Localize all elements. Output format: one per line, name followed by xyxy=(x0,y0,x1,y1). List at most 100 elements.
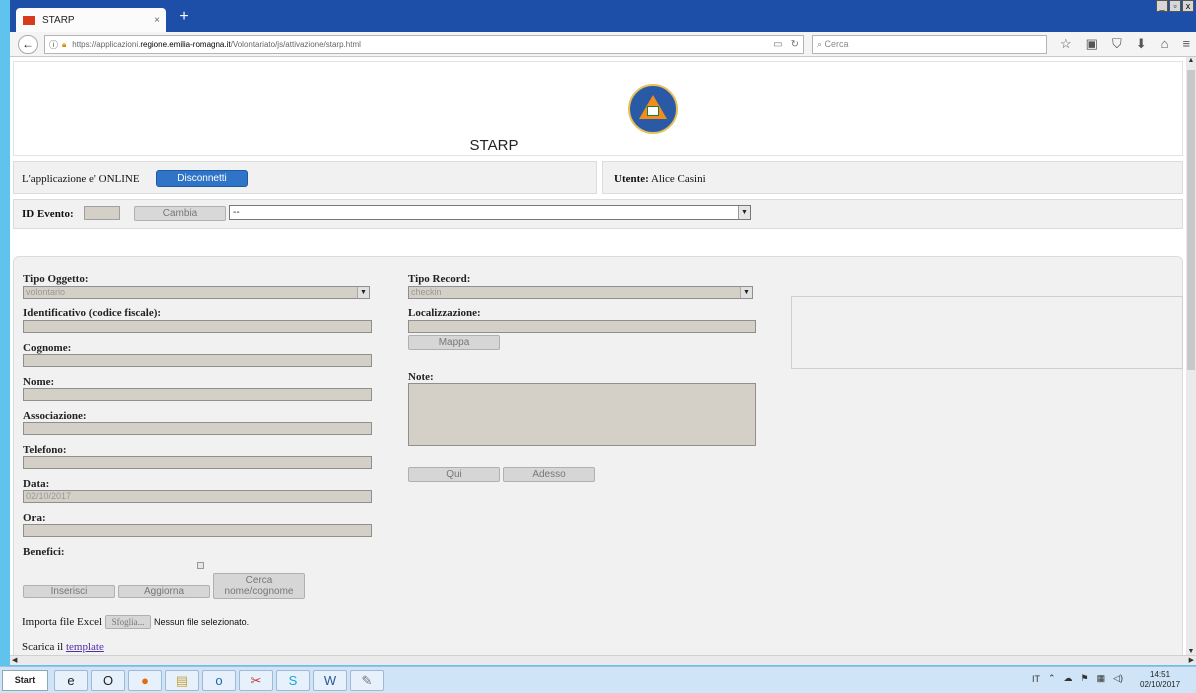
event-select[interactable]: -- ▼ xyxy=(229,205,751,220)
download-prefix: Scarica il xyxy=(22,641,64,653)
tipo-oggetto-select[interactable]: volontario ▼ xyxy=(23,286,370,299)
new-tab-button[interactable]: + xyxy=(174,8,194,28)
download-icon[interactable]: ⬇ xyxy=(1136,36,1147,52)
back-arrow-icon[interactable]: ← xyxy=(18,35,38,54)
import-excel-row: Importa file Excel Sfoglia... Nessun fil… xyxy=(22,615,249,629)
nome-label: Nome: xyxy=(23,376,55,388)
scroll-down-icon[interactable]: ▼ xyxy=(1186,648,1196,655)
event-id-field[interactable] xyxy=(84,206,120,220)
search-placeholder: Cerca xyxy=(824,39,849,49)
search-input[interactable]: ⌕ Cerca xyxy=(812,35,1047,54)
ora-field[interactable] xyxy=(23,524,372,537)
browser-navbar: ← ⓘ 🔒︎ https://applicazioni. regione.emil… xyxy=(10,32,1196,57)
protezione-civile-logo-icon xyxy=(628,84,678,134)
ora-label: Ora: xyxy=(23,512,46,524)
scroll-right-icon[interactable]: ▶ xyxy=(1189,656,1194,664)
info-box xyxy=(791,296,1183,369)
outlook-icon[interactable]: O xyxy=(91,670,125,691)
network-icon[interactable]: ▦ xyxy=(1097,673,1106,684)
search-icon: ⌕ xyxy=(817,39,825,49)
chevron-down-icon[interactable]: ▼ xyxy=(738,206,750,219)
tab-close-icon[interactable]: × xyxy=(154,15,160,26)
note-label: Note: xyxy=(408,371,434,383)
home-icon[interactable]: ⌂ xyxy=(1161,36,1169,52)
tray-expand-icon[interactable]: ⌃ xyxy=(1048,673,1056,684)
volume-icon[interactable]: ◁) xyxy=(1113,673,1123,684)
url-domain: regione.emilia-romagna.it xyxy=(140,40,231,49)
tipo-oggetto-label: Tipo Oggetto: xyxy=(23,273,89,285)
no-file-text: Nessun file selezionato. xyxy=(154,617,250,627)
reading-list-icon[interactable]: ▣ xyxy=(1086,36,1098,52)
scroll-up-icon[interactable]: ▲ xyxy=(1186,57,1196,64)
onedrive-icon[interactable]: ☁ xyxy=(1064,673,1073,684)
disconnect-button[interactable]: Disconnetti xyxy=(156,170,248,187)
chevron-down-icon[interactable]: ▼ xyxy=(740,287,752,298)
pocket-icon[interactable]: ⛉ xyxy=(1112,36,1122,52)
benefici-checkbox[interactable] xyxy=(197,562,204,569)
paint-icon[interactable]: ✎ xyxy=(350,670,384,691)
page-title: STARP xyxy=(469,137,519,154)
data-label: Data: xyxy=(23,478,50,490)
skype-icon[interactable]: S xyxy=(276,670,310,691)
benefici-label: Benefici: xyxy=(23,546,65,558)
chevron-down-icon[interactable]: ▼ xyxy=(357,287,369,298)
nome-field[interactable] xyxy=(23,388,372,401)
close-window-icon[interactable]: x xyxy=(1182,0,1194,12)
site-info-icon[interactable]: ⓘ xyxy=(49,38,58,51)
star-icon[interactable]: ☆ xyxy=(1060,36,1072,52)
template-link[interactable]: template xyxy=(66,641,104,653)
maximize-icon[interactable]: ▫ xyxy=(1169,0,1181,12)
browser-toolbar-icons: ☆ ▣ ⛉ ⬇ ⌂ ≡ xyxy=(1060,36,1190,52)
reload-icon[interactable]: ↻ xyxy=(791,39,799,50)
change-event-button[interactable]: Cambia xyxy=(134,206,226,221)
now-button[interactable]: Adesso xyxy=(503,467,595,482)
event-select-value: -- xyxy=(233,207,240,218)
record-form: Tipo Oggetto: volontario ▼ Identificativ… xyxy=(13,256,1183,655)
ie-icon[interactable]: e xyxy=(54,670,88,691)
map-button[interactable]: Mappa xyxy=(408,335,500,350)
insert-button[interactable]: Inserisci xyxy=(23,585,115,598)
word-icon[interactable]: W xyxy=(313,670,347,691)
starp-favicon-icon xyxy=(22,14,36,26)
start-button[interactable]: Start xyxy=(2,670,48,691)
identificativo-field[interactable] xyxy=(23,320,372,333)
browse-file-button[interactable]: Sfoglia... xyxy=(105,615,152,629)
window-controls: _ ▫ x xyxy=(1155,0,1194,12)
lock-warning-icon[interactable]: 🔒︎ xyxy=(62,40,66,50)
horizontal-scrollbar[interactable]: ◀ ▶ xyxy=(10,655,1196,665)
explorer-icon[interactable]: ▤ xyxy=(165,670,199,691)
identificativo-label: Identificativo (codice fiscale): xyxy=(23,307,162,319)
online-status-text: L'applicazione e' ONLINE xyxy=(22,173,140,185)
search-name-label-line1: Cerca xyxy=(245,575,273,586)
minimize-icon[interactable]: _ xyxy=(1156,0,1168,12)
update-button[interactable]: Aggiorna xyxy=(118,585,210,598)
data-field[interactable]: 02/10/2017 xyxy=(23,490,372,503)
cognome-field[interactable] xyxy=(23,354,372,367)
snipping-icon[interactable]: ✂ xyxy=(239,670,273,691)
localizzazione-field[interactable] xyxy=(408,320,756,333)
scroll-left-icon[interactable]: ◀ xyxy=(12,656,17,664)
clock-date: 02/10/2017 xyxy=(1140,680,1181,689)
search-name-button[interactable]: Cerca nome/cognome xyxy=(213,573,305,599)
tipo-record-select[interactable]: checkin ▼ xyxy=(408,286,753,299)
clock[interactable]: 14:51 02/10/2017 xyxy=(1140,670,1180,690)
telefono-field[interactable] xyxy=(23,456,372,469)
outlook-mail-icon[interactable]: o xyxy=(202,670,236,691)
here-button[interactable]: Qui xyxy=(408,467,500,482)
note-textarea[interactable] xyxy=(408,383,756,446)
event-bar: ID Evento: Cambia -- ▼ xyxy=(13,199,1183,229)
user-name: Alice Casini xyxy=(650,173,706,185)
url-bar[interactable]: ⓘ 🔒︎ https://applicazioni. regione.emilia… xyxy=(44,35,804,54)
language-indicator[interactable]: IT xyxy=(1032,674,1040,684)
tipo-oggetto-value: volontario xyxy=(26,287,66,297)
localizzazione-label: Localizzazione: xyxy=(408,307,481,319)
reader-view-icon[interactable]: ▭ xyxy=(773,39,782,50)
browser-tab[interactable]: STARP × xyxy=(16,8,166,32)
event-id-label: ID Evento: xyxy=(22,208,74,220)
user-info: Utente: Alice Casini xyxy=(614,173,706,185)
associazione-field[interactable] xyxy=(23,422,372,435)
menu-icon[interactable]: ≡ xyxy=(1182,36,1190,52)
scrollbar-thumb[interactable] xyxy=(1187,70,1195,370)
firefox-icon[interactable]: ● xyxy=(128,670,162,691)
flag-icon[interactable]: ⚑ xyxy=(1081,673,1089,684)
